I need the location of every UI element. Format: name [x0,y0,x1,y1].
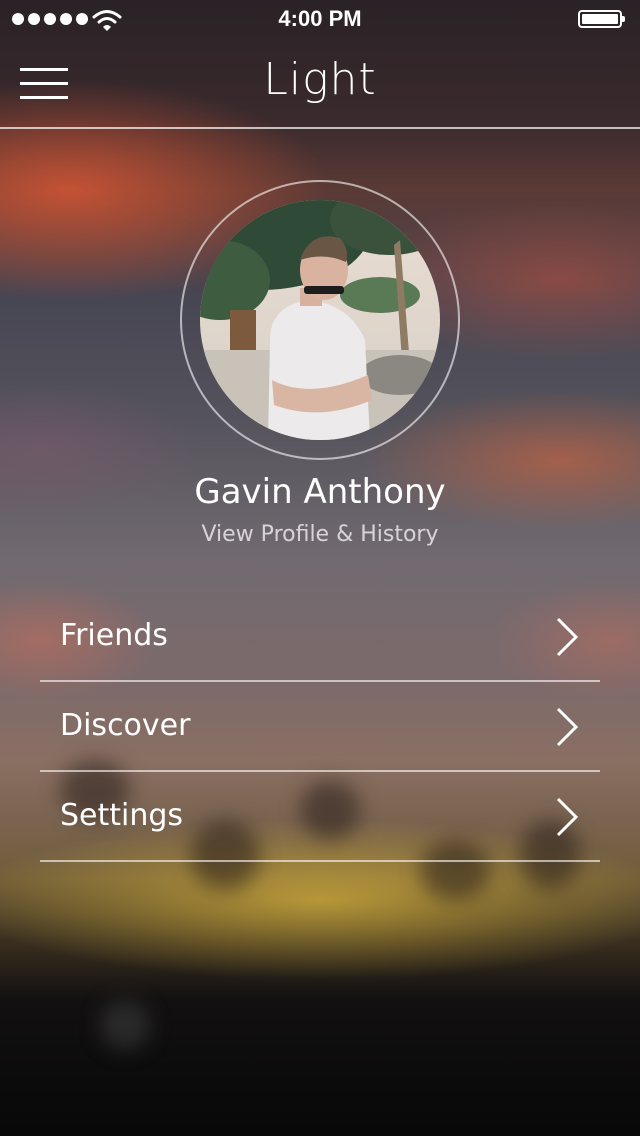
page-title: Light [263,54,377,105]
view-profile-link[interactable]: View Profile & History [0,522,640,547]
menu-item-label: Settings [60,798,184,833]
status-time: 4:00 PM [278,6,362,31]
menu-item-friends[interactable]: Friends [40,592,600,682]
menu-item-label: Discover [60,708,191,743]
chevron-right-icon [556,707,579,747]
menu-list: Friends Discover Settings [40,592,600,862]
profile-name: Gavin Anthony [194,472,446,512]
app-screen: 4:00 PM Light Gavin Anthony View Profile… [0,0,640,1136]
menu-item-label: Friends [60,618,168,653]
avatar[interactable] [200,200,440,440]
battery-icon [578,10,625,28]
menu-item-settings[interactable]: Settings [40,772,600,862]
background-blur [100,1000,150,1050]
status-bar: 4:00 PM [0,0,640,40]
avatar-photo [200,200,440,440]
chevron-right-icon [556,797,579,837]
chevron-right-icon [556,617,579,657]
menu-item-discover[interactable]: Discover [40,682,600,772]
nav-bar: Light [0,40,640,129]
